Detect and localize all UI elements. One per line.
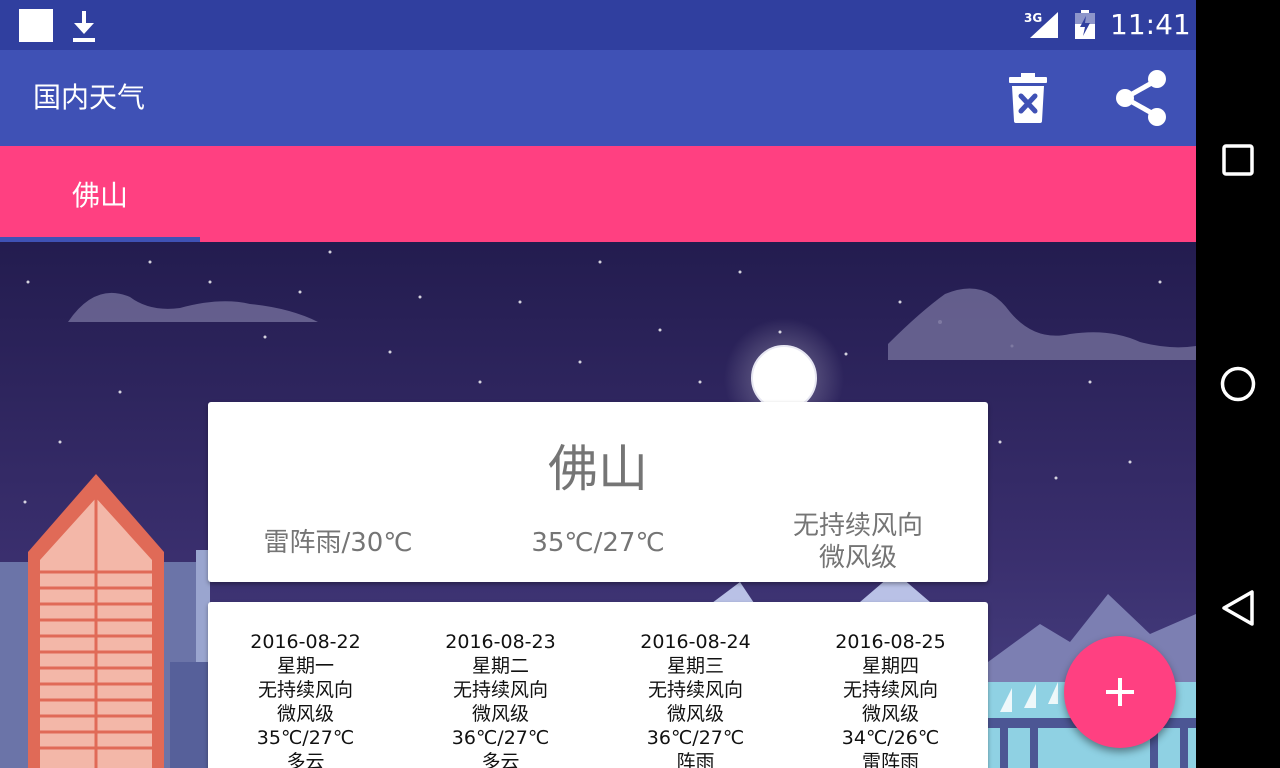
current-temp-range: 35℃/27℃ — [531, 528, 665, 558]
forecast-wind-direction: 无持续风向 — [842, 679, 938, 701]
forecast-wind-level: 微风级 — [861, 703, 919, 725]
clock-time: 11:41 — [1110, 8, 1191, 41]
tab-bar: 佛山 — [0, 146, 1196, 242]
status-bar: 3G 11:41 — [0, 0, 1196, 50]
share-icon — [1116, 70, 1166, 126]
forecast-wind-level: 微风级 — [666, 703, 724, 725]
page-title: 国内天气 — [33, 81, 146, 114]
city-name: 佛山 — [548, 440, 648, 498]
forecast-weather: 多云 — [286, 751, 325, 768]
current-weather: 雷阵雨/30℃ — [263, 528, 413, 558]
forecast-list: 2016-08-22 星期一 无持续风向 微风级 35℃/27℃ 多云 2016… — [208, 630, 988, 768]
delete-icon — [1009, 73, 1047, 123]
forecast-day: 2016-08-22 星期一 无持续风向 微风级 35℃/27℃ 多云 — [208, 630, 403, 768]
share-button[interactable] — [1112, 68, 1170, 128]
tab-label: 佛山 — [71, 179, 128, 212]
battery-charging-icon — [1075, 10, 1095, 39]
forecast-wind-direction: 无持续风向 — [647, 679, 743, 701]
svg-text:3G: 3G — [1024, 11, 1042, 25]
home-button[interactable] — [1210, 356, 1266, 412]
delete-button[interactable] — [1004, 72, 1052, 124]
download-icon — [73, 11, 95, 42]
forecast-weekday: 星期四 — [861, 655, 919, 677]
forecast-temp: 35℃/27℃ — [256, 727, 355, 749]
signal-3g-icon: 3G — [1024, 11, 1058, 38]
forecast-date: 2016-08-24 — [640, 631, 751, 653]
forecast-weather: 多云 — [481, 751, 520, 768]
forecast-weather: 阵雨 — [676, 751, 715, 768]
forecast-wind-level: 微风级 — [471, 703, 529, 725]
current-wind: 无持续风向 微风级 — [768, 510, 948, 574]
forecast-temp: 36℃/27℃ — [451, 727, 550, 749]
recents-icon — [1222, 144, 1254, 176]
add-city-button[interactable] — [1064, 636, 1176, 748]
forecast-wind-direction: 无持续风向 — [257, 679, 353, 701]
recents-button[interactable] — [1210, 132, 1266, 188]
forecast-date: 2016-08-23 — [445, 631, 556, 653]
forecast-day: 2016-08-23 星期二 无持续风向 微风级 36℃/27℃ 多云 — [403, 630, 598, 768]
forecast-weekday: 星期二 — [471, 655, 529, 677]
forecast-wind-direction: 无持续风向 — [452, 679, 548, 701]
app-screen: 3G 11:41 国内天气 佛山 佛山 雷阵雨/30℃ 35℃/27℃ 无持续风… — [0, 0, 1196, 768]
tab-city[interactable]: 佛山 — [0, 146, 200, 242]
forecast-date: 2016-08-22 — [250, 631, 361, 653]
add-icon — [1106, 678, 1134, 706]
app-bar: 国内天气 — [0, 50, 1196, 146]
forecast-wind-level: 微风级 — [276, 703, 334, 725]
forecast-day: 2016-08-24 星期三 无持续风向 微风级 36℃/27℃ 阵雨 — [598, 630, 793, 768]
forecast-temp: 36℃/27℃ — [646, 727, 745, 749]
forecast-temp: 34℃/26℃ — [841, 727, 940, 749]
forecast-weather: 雷阵雨 — [861, 751, 919, 768]
wind-level: 微风级 — [818, 543, 897, 573]
home-icon — [1220, 366, 1256, 402]
navigation-bar — [1196, 0, 1280, 768]
back-button[interactable] — [1210, 580, 1266, 636]
forecast-weekday: 星期三 — [666, 655, 724, 677]
notification-square-icon — [19, 9, 53, 42]
forecast-card: 2016-08-22 星期一 无持续风向 微风级 35℃/27℃ 多云 2016… — [208, 602, 988, 768]
forecast-weekday: 星期一 — [276, 655, 334, 677]
current-weather-card: 佛山 雷阵雨/30℃ 35℃/27℃ 无持续风向 微风级 — [208, 402, 988, 582]
tab-indicator — [0, 237, 200, 242]
forecast-day: 2016-08-25 星期四 无持续风向 微风级 34℃/26℃ 雷阵雨 — [793, 630, 988, 768]
forecast-date: 2016-08-25 — [835, 631, 946, 653]
back-icon — [1222, 590, 1254, 626]
wind-direction: 无持续风向 — [792, 511, 923, 541]
